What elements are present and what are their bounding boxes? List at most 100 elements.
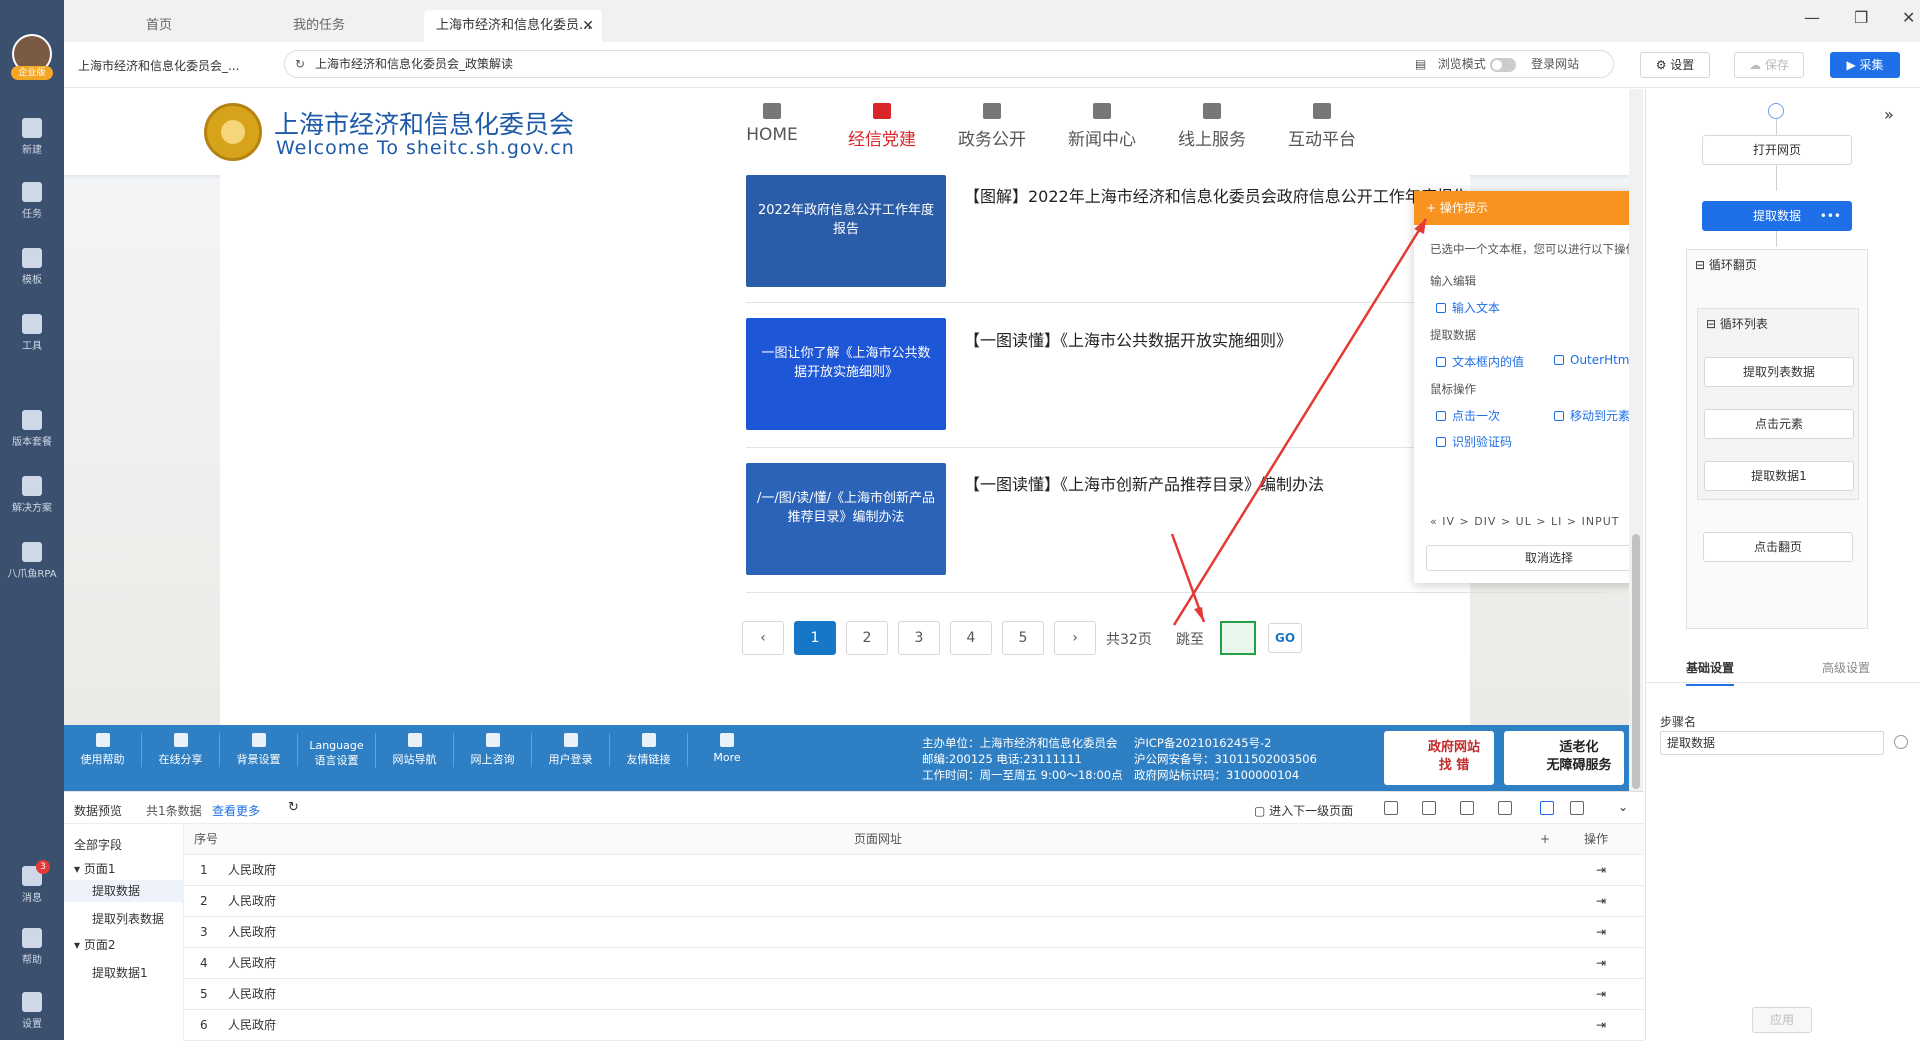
tree-extract-data-1[interactable]: 提取数据1: [92, 964, 148, 981]
footer-background[interactable]: 背景设置: [220, 733, 298, 767]
page-icon[interactable]: ▤: [1415, 57, 1426, 71]
footer-consult[interactable]: 网上咨询: [454, 733, 532, 767]
news-thumbnail[interactable]: 2022年政府信息公开工作年度报告: [746, 175, 946, 287]
list-view-icon[interactable]: [1540, 801, 1554, 815]
settings-button[interactable]: ⚙ 设置: [1640, 52, 1710, 78]
tree-extract-list[interactable]: 提取列表数据: [92, 910, 164, 927]
news-thumbnail[interactable]: 一图让你了解《上海市公共数据开放实施细则》: [746, 318, 946, 430]
news-title[interactable]: 【图解】2022年上海市经济和信息化委员会政府信息公开工作年度报告: [964, 183, 1469, 207]
hover-action[interactable]: 移动到元素上: [1554, 407, 1629, 424]
flow-extract-list[interactable]: 提取列表数据: [1704, 357, 1854, 387]
pager-page[interactable]: 5: [1002, 621, 1044, 655]
row-action-icon[interactable]: ⇥: [1596, 1010, 1606, 1040]
more-icon[interactable]: •••: [1820, 202, 1841, 230]
sidebar-item-plans[interactable]: 版本套餐: [0, 410, 64, 448]
row-url-cell[interactable]: 人民政府: [228, 855, 276, 885]
refresh-icon[interactable]: ↻: [288, 800, 299, 815]
tree-all-fields[interactable]: 全部字段: [74, 836, 122, 853]
flow-open-page[interactable]: 打开网页: [1702, 135, 1852, 165]
step-name-input[interactable]: 提取数据: [1660, 731, 1884, 755]
pager-prev[interactable]: ‹: [742, 621, 784, 655]
nav-online-service[interactable]: 线上服务: [1162, 103, 1262, 150]
browse-mode-toggle[interactable]: [1489, 57, 1516, 72]
pager-page[interactable]: 2: [846, 621, 888, 655]
pager-page[interactable]: 3: [898, 621, 940, 655]
close-icon[interactable]: ✕: [582, 10, 594, 42]
nav-interaction[interactable]: 互动平台: [1272, 103, 1372, 150]
news-title[interactable]: 【一图读懂】《上海市创新产品推荐目录》编制办法: [964, 471, 1324, 495]
click-once-action[interactable]: 点击一次: [1436, 407, 1500, 424]
login-site-link[interactable]: 登录网站: [1531, 57, 1579, 71]
sidebar-item-tools[interactable]: 工具: [0, 314, 64, 352]
go-button[interactable]: GO: [1268, 623, 1302, 653]
footer-login[interactable]: 用户登录: [532, 733, 610, 767]
sidebar-item-rpa[interactable]: 八爪鱼RPA: [0, 542, 64, 580]
tab-current-site[interactable]: 上海市经济和信息化委员... ✕: [424, 10, 602, 42]
flow-loop-page[interactable]: ⊟ 循环翻页 ⊟ 循环列表 提取列表数据 点击元素 提取数据1 点击翻页: [1686, 249, 1868, 629]
scroll-thumb[interactable]: [1632, 534, 1640, 789]
flow-click-next-page[interactable]: 点击翻页: [1703, 532, 1853, 562]
captcha-action[interactable]: 识别验证码: [1436, 433, 1512, 450]
nav-home[interactable]: HOME: [722, 103, 822, 145]
save-button[interactable]: ☁ 保存: [1734, 52, 1804, 78]
tab-home[interactable]: 首页: [84, 10, 234, 42]
pager-page[interactable]: 4: [950, 621, 992, 655]
tree-extract-data[interactable]: 提取数据: [64, 880, 184, 902]
element-path-breadcrumb[interactable]: « IV > DIV > UL > LI > INPUT: [1430, 515, 1620, 528]
nav-gov-affairs[interactable]: 政务公开: [942, 103, 1042, 150]
row-action-icon[interactable]: ⇥: [1596, 855, 1606, 885]
row-action-icon[interactable]: ⇥: [1596, 948, 1606, 978]
footer-links[interactable]: 友情链接: [610, 733, 688, 767]
sidebar-item-templates[interactable]: 模板: [0, 248, 64, 286]
nav-news[interactable]: 新闻中心: [1052, 103, 1152, 150]
row-action-icon[interactable]: ⇥: [1596, 917, 1606, 947]
row-url-cell[interactable]: 人民政府: [228, 1010, 276, 1040]
sidebar-item-new[interactable]: 新建: [0, 118, 64, 156]
url-field[interactable]: ↻ 上海市经济和信息化委员会_政策解读 ▤ 浏览模式 登录网站: [284, 50, 1614, 78]
export-icon[interactable]: [1384, 801, 1398, 815]
tree-page-2[interactable]: ▾ 页面2: [74, 936, 115, 953]
input-text-action[interactable]: 输入文本: [1436, 299, 1500, 316]
sidebar-item-help[interactable]: 帮助: [0, 928, 64, 966]
filter-icon[interactable]: [1498, 801, 1512, 815]
row-url-cell[interactable]: 人民政府: [228, 886, 276, 916]
row-url-cell[interactable]: 人民政府: [228, 917, 276, 947]
view-more-link[interactable]: 查看更多: [212, 802, 260, 819]
footer-language[interactable]: Language 语言设置: [298, 733, 376, 768]
accessibility-badge[interactable]: 适老化 无障碍服务: [1504, 731, 1624, 785]
tab-my-tasks[interactable]: 我的任务: [244, 10, 394, 42]
extract-text-value-action[interactable]: 文本框内的值: [1436, 353, 1524, 370]
page-jump-input[interactable]: [1220, 621, 1256, 655]
pager-next[interactable]: ›: [1054, 621, 1096, 655]
sidebar-item-solutions[interactable]: 解决方案: [0, 476, 64, 514]
row-url-cell[interactable]: 人民政府: [228, 979, 276, 1009]
restore-icon[interactable]: ❐: [1854, 8, 1868, 27]
apply-button[interactable]: 应用: [1752, 1007, 1812, 1033]
tab-basic-settings[interactable]: 基础设置: [1686, 659, 1735, 686]
flow-click-element[interactable]: 点击元素: [1704, 409, 1854, 439]
footer-share[interactable]: 在线分享: [142, 733, 220, 767]
extract-outerhtml-action[interactable]: OuterHtml: [1554, 353, 1629, 367]
tab-advanced-settings[interactable]: 高级设置: [1822, 659, 1870, 676]
footer-more[interactable]: More: [688, 733, 766, 764]
cancel-selection-button[interactable]: 取消选择: [1426, 545, 1629, 571]
flow-extract-data[interactable]: 提取数据 •••: [1702, 201, 1852, 231]
news-thumbnail[interactable]: /一/图/读/懂/《上海市创新产品推荐目录》编制办法: [746, 463, 946, 575]
minimize-icon[interactable]: —: [1804, 8, 1820, 27]
download-icon[interactable]: [1422, 801, 1436, 815]
column-view-icon[interactable]: [1570, 801, 1584, 815]
upload-icon[interactable]: [1460, 801, 1474, 815]
sidebar-item-settings[interactable]: 设置: [0, 992, 64, 1030]
enter-next-level-button[interactable]: ▢ 进入下一级页面: [1254, 802, 1353, 819]
gov-site-error-badge[interactable]: 政府网站 找 错: [1384, 731, 1494, 785]
row-action-icon[interactable]: ⇥: [1596, 886, 1606, 916]
sidebar-item-tasks[interactable]: 任务: [0, 182, 64, 220]
tree-page-1[interactable]: ▾ 页面1: [74, 860, 115, 877]
close-window-icon[interactable]: ✕: [1902, 8, 1915, 27]
sidebar-item-messages[interactable]: 消息: [0, 866, 64, 904]
reload-icon[interactable]: ↻: [295, 51, 305, 77]
row-action-icon[interactable]: ⇥: [1596, 979, 1606, 1009]
page-scrollbar[interactable]: [1629, 89, 1643, 791]
chevron-down-icon[interactable]: ⌄: [1618, 800, 1628, 814]
flow-extract-data-1[interactable]: 提取数据1: [1704, 461, 1854, 491]
